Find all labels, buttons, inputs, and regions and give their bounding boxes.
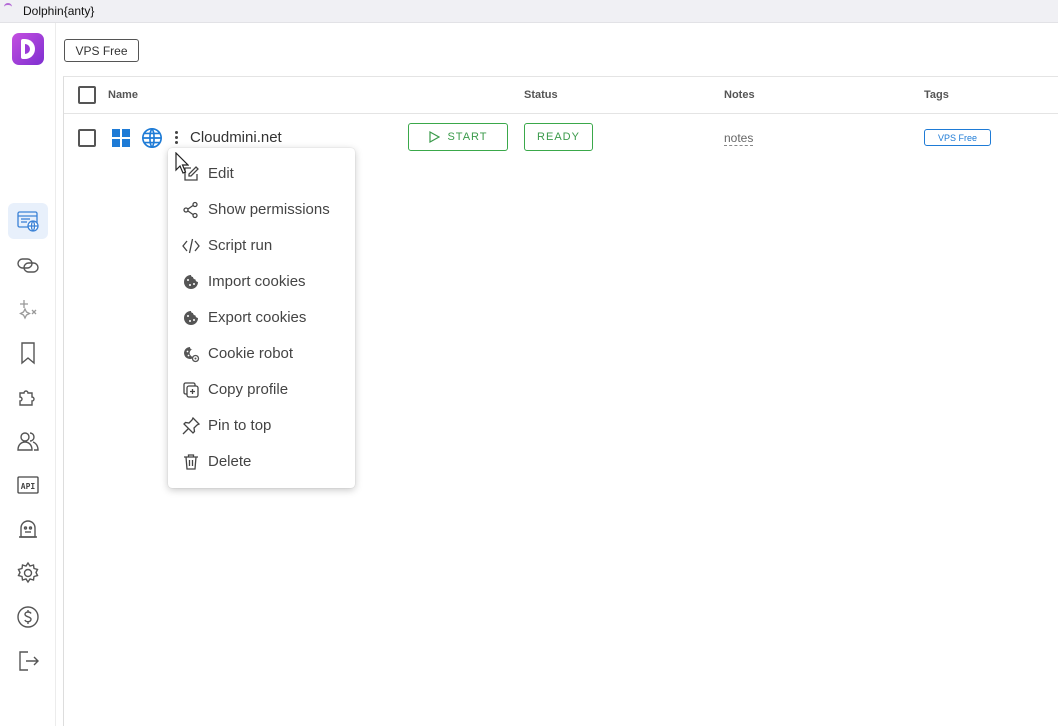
windows-icon	[112, 129, 130, 147]
users-icon	[17, 432, 39, 451]
app-icon	[4, 3, 12, 11]
sidebar-item-billing[interactable]	[8, 599, 48, 635]
globe-icon	[142, 128, 162, 148]
status-badge: READY	[524, 123, 593, 151]
svg-text:API: API	[21, 482, 36, 491]
cookie-icon	[182, 273, 200, 291]
link-icon	[17, 258, 39, 273]
sidebar: API	[0, 23, 56, 726]
row-checkbox[interactable]	[78, 129, 96, 147]
sidebar-item-settings[interactable]	[8, 555, 48, 591]
title-bar: Dolphin{anty}	[0, 0, 1058, 23]
sidebar-item-logout[interactable]	[8, 643, 48, 679]
sparkle-icon	[19, 300, 37, 320]
start-button-label: START	[447, 131, 488, 143]
menu-item-edit[interactable]: Edit	[168, 156, 355, 192]
window-title: Dolphin{anty}	[23, 4, 95, 18]
sidebar-item-api[interactable]: API	[8, 467, 48, 503]
menu-item-label: Copy profile	[208, 381, 289, 398]
menu-item-label: Pin to top	[208, 417, 272, 434]
menu-item-label: Cookie robot	[208, 345, 294, 362]
menu-item-cookie-robot[interactable]: Cookie robot	[168, 336, 355, 372]
code-icon	[182, 237, 200, 255]
trash-icon	[182, 453, 200, 471]
select-all-checkbox[interactable]	[78, 86, 96, 104]
dollar-icon	[17, 606, 39, 628]
column-header-tags[interactable]: Tags	[924, 89, 949, 101]
menu-item-label: Delete	[208, 453, 252, 470]
sidebar-item-automation[interactable]	[8, 291, 48, 327]
notes-field[interactable]: notes	[724, 132, 754, 146]
dolphin-logo[interactable]	[12, 33, 44, 65]
menu-item-label: Show permissions	[208, 201, 330, 218]
column-header-name[interactable]: Name	[108, 89, 138, 101]
vps-free-filter-button[interactable]: VPS Free	[64, 39, 139, 62]
menu-item-label: Export cookies	[208, 309, 307, 326]
menu-item-export-cookies[interactable]: Export cookies	[168, 300, 355, 336]
api-icon: API	[17, 476, 39, 494]
sidebar-item-bookmarks[interactable]	[8, 335, 48, 371]
mouse-cursor-icon	[175, 152, 189, 174]
bookmark-icon	[21, 342, 35, 365]
share-icon	[182, 201, 200, 219]
menu-item-pin-to-top[interactable]: Pin to top	[168, 408, 355, 444]
profile-context-menu: Edit Show permissions Script run Import …	[168, 148, 355, 488]
table-header: Name Status Notes Tags	[64, 77, 1058, 114]
browser-profiles-icon	[17, 211, 39, 232]
gear-icon	[17, 561, 39, 584]
sidebar-item-team[interactable]	[8, 423, 48, 459]
column-header-notes[interactable]: Notes	[724, 89, 755, 101]
menu-item-delete[interactable]: Delete	[168, 444, 355, 480]
cookie-gear-icon	[182, 345, 200, 363]
sidebar-item-proxies[interactable]	[8, 247, 48, 283]
sidebar-item-robot[interactable]	[8, 511, 48, 547]
pin-icon	[182, 416, 201, 435]
sidebar-item-extensions[interactable]	[8, 379, 48, 415]
menu-item-label: Import cookies	[208, 273, 306, 290]
copy-icon	[182, 381, 200, 399]
robot-icon	[19, 520, 37, 538]
menu-item-import-cookies[interactable]: Import cookies	[168, 264, 355, 300]
menu-item-script-run[interactable]: Script run	[168, 228, 355, 264]
start-button[interactable]: START	[408, 123, 508, 151]
tag-badge[interactable]: VPS Free	[924, 129, 991, 146]
play-icon	[429, 131, 441, 143]
menu-item-label: Edit	[208, 165, 234, 182]
menu-item-copy-profile[interactable]: Copy profile	[168, 372, 355, 408]
puzzle-icon	[19, 390, 35, 406]
sidebar-item-browser-profiles[interactable]	[8, 203, 48, 239]
profile-name[interactable]: Cloudmini.net	[190, 129, 282, 146]
cookie-icon	[182, 309, 200, 327]
menu-item-label: Script run	[208, 237, 273, 254]
logout-icon	[19, 651, 39, 671]
more-options-icon[interactable]	[175, 131, 179, 145]
menu-item-show-permissions[interactable]: Show permissions	[168, 192, 355, 228]
column-header-status[interactable]: Status	[524, 89, 558, 101]
